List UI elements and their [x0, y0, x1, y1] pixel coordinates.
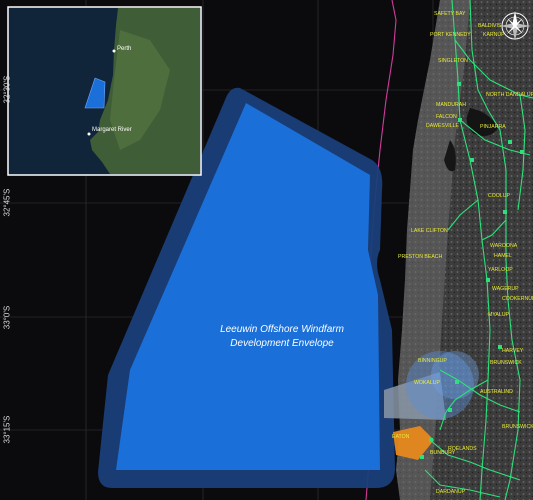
town-label: COOLUP	[488, 193, 510, 199]
town-label: MANDURAH	[436, 102, 466, 108]
town-label: MYALUP	[488, 312, 509, 318]
town-label: HAMEL	[494, 253, 512, 259]
town-label: BINNINGUP	[418, 358, 447, 364]
lat-label-3: 33°15'S	[2, 415, 12, 444]
town-label: COOKERNUP	[502, 296, 533, 302]
town-label: DARDANUP	[436, 489, 466, 495]
town-label: PINJARRA	[480, 124, 506, 130]
town-label: WOKALUP	[414, 380, 440, 386]
envelope-label-line2: Development Envelope	[230, 338, 334, 349]
town-label: SAFETY BAY	[434, 11, 466, 17]
inset-label-perth: Perth	[117, 46, 131, 52]
town-label: BRUNSWICK	[490, 360, 522, 366]
town-label: YARLOOP	[488, 267, 513, 273]
inset-marker-margaret-river	[87, 132, 91, 136]
town-label: WAROONA	[490, 243, 518, 249]
envelope-label-line1: Leeuwin Offshore Windfarm	[220, 324, 344, 335]
inset-map: Perth Margaret River	[7, 6, 202, 176]
inset-marker-perth	[112, 49, 116, 53]
town-label: DAWESVILLE	[426, 123, 460, 129]
town-label: AUSTRALIND	[480, 389, 513, 395]
town-label: BALDIVIS	[478, 23, 502, 29]
town-label: HARVEY	[502, 348, 524, 354]
town-label: NORTH DANDALUP	[486, 92, 533, 98]
town-label: SINGLETON	[438, 58, 468, 64]
map-canvas: SAFETY BAY PORT KENNEDY BALDIVIS KARNUP SING…	[0, 0, 533, 500]
lat-label-0: 32°30'S	[2, 75, 12, 104]
town-label: LAKE CLIFTON	[411, 228, 448, 234]
town-label: BRUNSWICK JUNCTION	[502, 424, 533, 430]
lat-label-2: 33°0'S	[2, 305, 12, 330]
town-label: PRESTON BEACH	[398, 254, 443, 260]
lat-label-1: 32°45'S	[2, 188, 12, 217]
town-label: EATON	[392, 434, 410, 440]
town-label: ROELANDS	[448, 446, 477, 452]
inset-label-margaret-river: Margaret River	[92, 127, 132, 133]
town-label: WAGERUP	[492, 286, 519, 292]
town-label: PORT KENNEDY	[430, 32, 471, 38]
town-label: KARNUP	[483, 32, 505, 38]
town-label: FALCON	[436, 114, 457, 120]
